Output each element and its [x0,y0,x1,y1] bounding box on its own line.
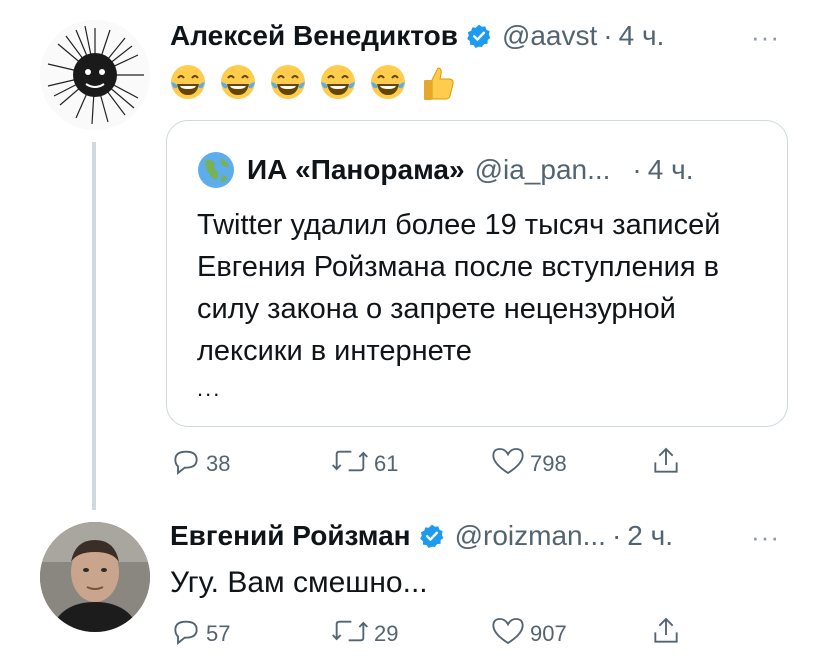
tweet-actions: 38 61 798 [170,445,810,477]
retweet-icon [332,620,368,642]
quoted-tweet-ellipsis: ... [197,376,222,401]
separator-dot: · [603,20,613,51]
tweet-header: Алексей Венедиктов @aavst · 4 ч. [170,20,664,52]
author-name[interactable]: Алексей Венедиктов [170,20,458,52]
retweet-count: 29 [374,621,399,646]
separator-dot: · [611,520,622,551]
separator-dot: · [632,154,642,185]
share-icon [654,617,678,643]
tweet-header: Евгений Ройзман @roizman... · 2 ч. [170,520,673,552]
joy-emoji [221,65,255,99]
like-button[interactable]: 907 [490,615,650,647]
avatar[interactable] [40,20,150,130]
tweet-roizman[interactable]: Евгений Ройзман @roizman... · 2 ч. ··· У… [0,500,828,669]
quoted-tweet-text: Twitter удалил более 19 тысяч записей Ев… [197,209,721,367]
author-name[interactable]: Евгений Ройзман [170,520,411,552]
share-button[interactable] [650,445,810,477]
author-handle[interactable]: @aavst [502,20,597,52]
share-icon [654,447,678,473]
share-button[interactable] [650,615,810,647]
tweet-timestamp[interactable]: 2 ч. [627,520,673,552]
author-handle[interactable]: @roizman... [455,520,606,552]
tweet-timestamp[interactable]: 4 ч. [619,20,665,52]
verified-badge-icon [419,524,443,549]
quoted-tweet-card[interactable]: ИА «Панорама» @ia_pan... · 4 ч. Twitter … [166,120,788,427]
verified-badge-icon [467,24,491,49]
more-options-icon[interactable]: ··· [751,522,780,553]
joy-emoji [371,65,405,99]
retweet-button[interactable]: 61 [330,445,490,477]
globe-avatar-icon [198,152,234,188]
quoted-tweet-header: ИА «Панорама» @ia_pan... · 4 ч. [197,151,693,189]
reply-icon [174,450,198,475]
retweet-button[interactable]: 29 [330,615,490,647]
reply-icon [174,620,198,645]
tweet-actions: 57 29 907 [170,615,810,647]
retweet-count: 61 [374,451,399,476]
avatar-image-ink-splash [40,20,150,130]
thumbs-up-emoji [424,67,454,100]
heart-icon [492,448,524,475]
like-count: 907 [530,621,567,646]
joy-emoji [321,65,355,99]
like-count: 798 [530,451,567,476]
retweet-icon [332,450,368,472]
reply-button[interactable]: 38 [170,445,330,477]
avatar-image-portrait [40,522,150,632]
reply-button[interactable]: 57 [170,615,330,647]
like-button[interactable]: 798 [490,445,650,477]
reply-count: 38 [206,451,231,476]
tweet-text-emojis [168,62,458,102]
joy-emoji [171,65,205,99]
quoted-tweet-timestamp[interactable]: 4 ч. [648,154,694,186]
reply-count: 57 [206,621,231,646]
avatar[interactable] [40,522,150,632]
quoted-author-handle[interactable]: @ia_pan... [475,154,611,186]
tweet-venediktov[interactable]: Алексей Венедиктов @aavst · 4 ч. ··· ИА … [0,0,828,500]
joy-emoji [271,65,305,99]
quoted-author-name[interactable]: ИА «Панорама» [247,154,465,186]
heart-icon [492,618,524,645]
more-options-icon[interactable]: ··· [751,22,780,53]
tweet-text: Угу. Вам смешно... [170,566,428,599]
